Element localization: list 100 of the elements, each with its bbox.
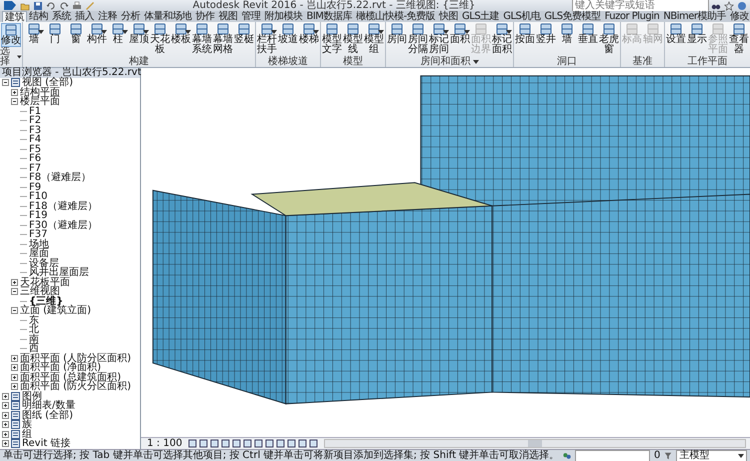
square-icon[interactable] <box>221 439 230 448</box>
caret-icon[interactable] <box>122 30 128 34</box>
tree-item[interactable]: 设备层 <box>29 258 59 268</box>
ribbon-tab[interactable]: Fuzor Plugin <box>602 11 662 22</box>
ribbon-button[interactable]: 楼梯 <box>299 23 319 57</box>
ribbon-button[interactable]: 模型组 <box>364 23 384 57</box>
caret-icon[interactable] <box>271 30 277 34</box>
expand-toggle[interactable] <box>11 288 18 296</box>
expand-toggle[interactable] <box>2 440 9 448</box>
tree-item[interactable]: 场地 <box>29 240 49 249</box>
expand-toggle[interactable] <box>2 79 9 86</box>
square-icon[interactable] <box>298 439 308 448</box>
tree-item[interactable]: 楼层平面 <box>20 97 60 106</box>
expand-toggle[interactable] <box>11 278 18 286</box>
ribbon-tab[interactable]: 分析 <box>119 11 142 22</box>
tree-item[interactable]: 面积平面 (总建筑面积) <box>20 372 121 382</box>
tree-item[interactable]: 组 <box>22 430 32 439</box>
ribbon-button[interactable]: 标记面积 <box>492 23 512 57</box>
tree-item[interactable]: F37 <box>29 230 48 240</box>
tree-item[interactable]: 天花板平面 <box>20 278 70 287</box>
tree-item[interactable]: F8（避难层） <box>29 173 92 182</box>
ribbon-button[interactable]: 模型线 <box>343 23 363 57</box>
tree-item[interactable]: 三维视图 <box>20 287 60 296</box>
ribbon-button[interactable]: 查看器 <box>729 23 749 57</box>
tree-item[interactable]: 东 <box>29 316 39 325</box>
ribbon-tab[interactable]: 插入 <box>73 11 96 22</box>
caret-icon[interactable] <box>185 30 191 34</box>
tree-item[interactable]: 立面 (建筑立面) <box>20 306 91 316</box>
caret-icon[interactable] <box>378 30 384 34</box>
ribbon-tab[interactable]: 修改 <box>728 11 750 22</box>
ribbon-button[interactable]: 屋顶 <box>129 23 149 57</box>
tree-item[interactable]: 风井出屋面层 <box>29 268 89 278</box>
tree-item[interactable]: 西 <box>29 344 39 354</box>
ribbon-button[interactable]: 柱 <box>108 23 128 57</box>
square-icon[interactable] <box>309 439 318 448</box>
tree-item[interactable]: 北 <box>29 325 39 334</box>
square-icon[interactable] <box>199 439 208 448</box>
ribbon-button[interactable]: 设置 <box>666 23 686 57</box>
tree-item[interactable]: 面积平面 (净面积) <box>20 363 101 372</box>
expand-toggle[interactable] <box>2 392 9 400</box>
tree-item[interactable]: 结构平面 <box>20 88 60 97</box>
square-icon[interactable] <box>232 439 242 448</box>
model-dropdown[interactable]: 主模型 <box>676 450 747 461</box>
printer-icon[interactable] <box>72 0 82 10</box>
tree-item[interactable]: F19 <box>29 211 48 220</box>
tree-item[interactable]: 族 <box>22 420 32 430</box>
ribbon-tab[interactable]: 系统 <box>50 11 73 22</box>
tree-item[interactable]: {三维} <box>29 296 64 306</box>
ribbon-tab[interactable]: GLS免费模型 <box>542 11 603 22</box>
tree-item[interactable]: 图例 <box>22 392 42 401</box>
caret-icon[interactable] <box>143 30 149 34</box>
ribbon-tab[interactable]: 协作 <box>194 11 216 22</box>
expand-toggle[interactable] <box>11 354 18 362</box>
caret-icon[interactable] <box>738 454 744 458</box>
ribbon-tab[interactable]: 橄榄山快模-免费版 <box>354 11 438 22</box>
caret-icon[interactable] <box>101 30 107 34</box>
tree-item[interactable]: F18（避难层） <box>29 202 98 211</box>
caret-icon[interactable] <box>464 30 470 34</box>
caret-icon[interactable] <box>17 55 22 59</box>
ribbon-tab[interactable]: 管理 <box>240 11 262 22</box>
ribbon-button[interactable]: 竖井 <box>536 23 556 57</box>
expand-toggle[interactable] <box>2 402 9 410</box>
ribbon-button[interactable]: 标记房间 <box>429 23 449 57</box>
ribbon-button[interactable]: 面积 <box>450 23 470 57</box>
ribbon-tab[interactable]: GLS土建 <box>460 11 502 22</box>
tree-item[interactable]: F30（避难层） <box>29 220 98 230</box>
expand-toggle[interactable] <box>2 430 9 438</box>
star-icon[interactable] <box>724 0 734 10</box>
ribbon-button[interactable]: 墙 <box>24 23 44 57</box>
tree-item[interactable]: 明细表/数量 <box>22 401 76 410</box>
network-icon[interactable] <box>563 450 572 460</box>
ribbon-tab[interactable]: 快图 <box>437 11 460 22</box>
tree-item[interactable]: 南 <box>29 334 39 344</box>
expand-toggle[interactable] <box>11 364 18 372</box>
caret-icon[interactable] <box>443 30 449 34</box>
ribbon-button[interactable]: 楼板 <box>171 23 191 57</box>
square-icon[interactable] <box>243 439 252 448</box>
ribbon-button[interactable]: 门 <box>45 23 65 57</box>
tree-item[interactable]: 视图 (全部) <box>22 78 73 88</box>
horizontal-scrollbar[interactable] <box>324 439 746 448</box>
caret-icon[interactable] <box>313 30 319 34</box>
ribbon-button[interactable]: 栏杆扶手 <box>257 23 277 57</box>
ribbon-button[interactable]: 墙 <box>557 23 577 57</box>
ribbon-button[interactable]: 幕墙系统 <box>192 23 212 57</box>
ribbon-tab[interactable]: NBimer模助手 <box>661 11 728 22</box>
redo-icon[interactable] <box>59 0 69 10</box>
tree-item[interactable]: Revit 链接 <box>22 439 70 448</box>
tree-item[interactable]: F2 <box>29 116 42 126</box>
square-icon[interactable] <box>265 439 274 448</box>
save-icon[interactable] <box>33 0 43 10</box>
ribbon-button[interactable]: 房间分隔 <box>408 23 428 57</box>
square-icon[interactable] <box>254 439 264 448</box>
ribbon-button[interactable]: 修改 <box>1 23 21 47</box>
expand-toggle[interactable] <box>2 421 9 428</box>
expand-toggle[interactable] <box>2 412 9 419</box>
view-scale[interactable]: 1 : 100 <box>147 438 182 449</box>
tree-item[interactable]: F5 <box>29 144 42 154</box>
filter-icon[interactable] <box>664 450 672 460</box>
ribbon-button[interactable]: 构件 <box>87 23 107 57</box>
tree-item[interactable]: 图纸 (全部) <box>22 410 73 420</box>
